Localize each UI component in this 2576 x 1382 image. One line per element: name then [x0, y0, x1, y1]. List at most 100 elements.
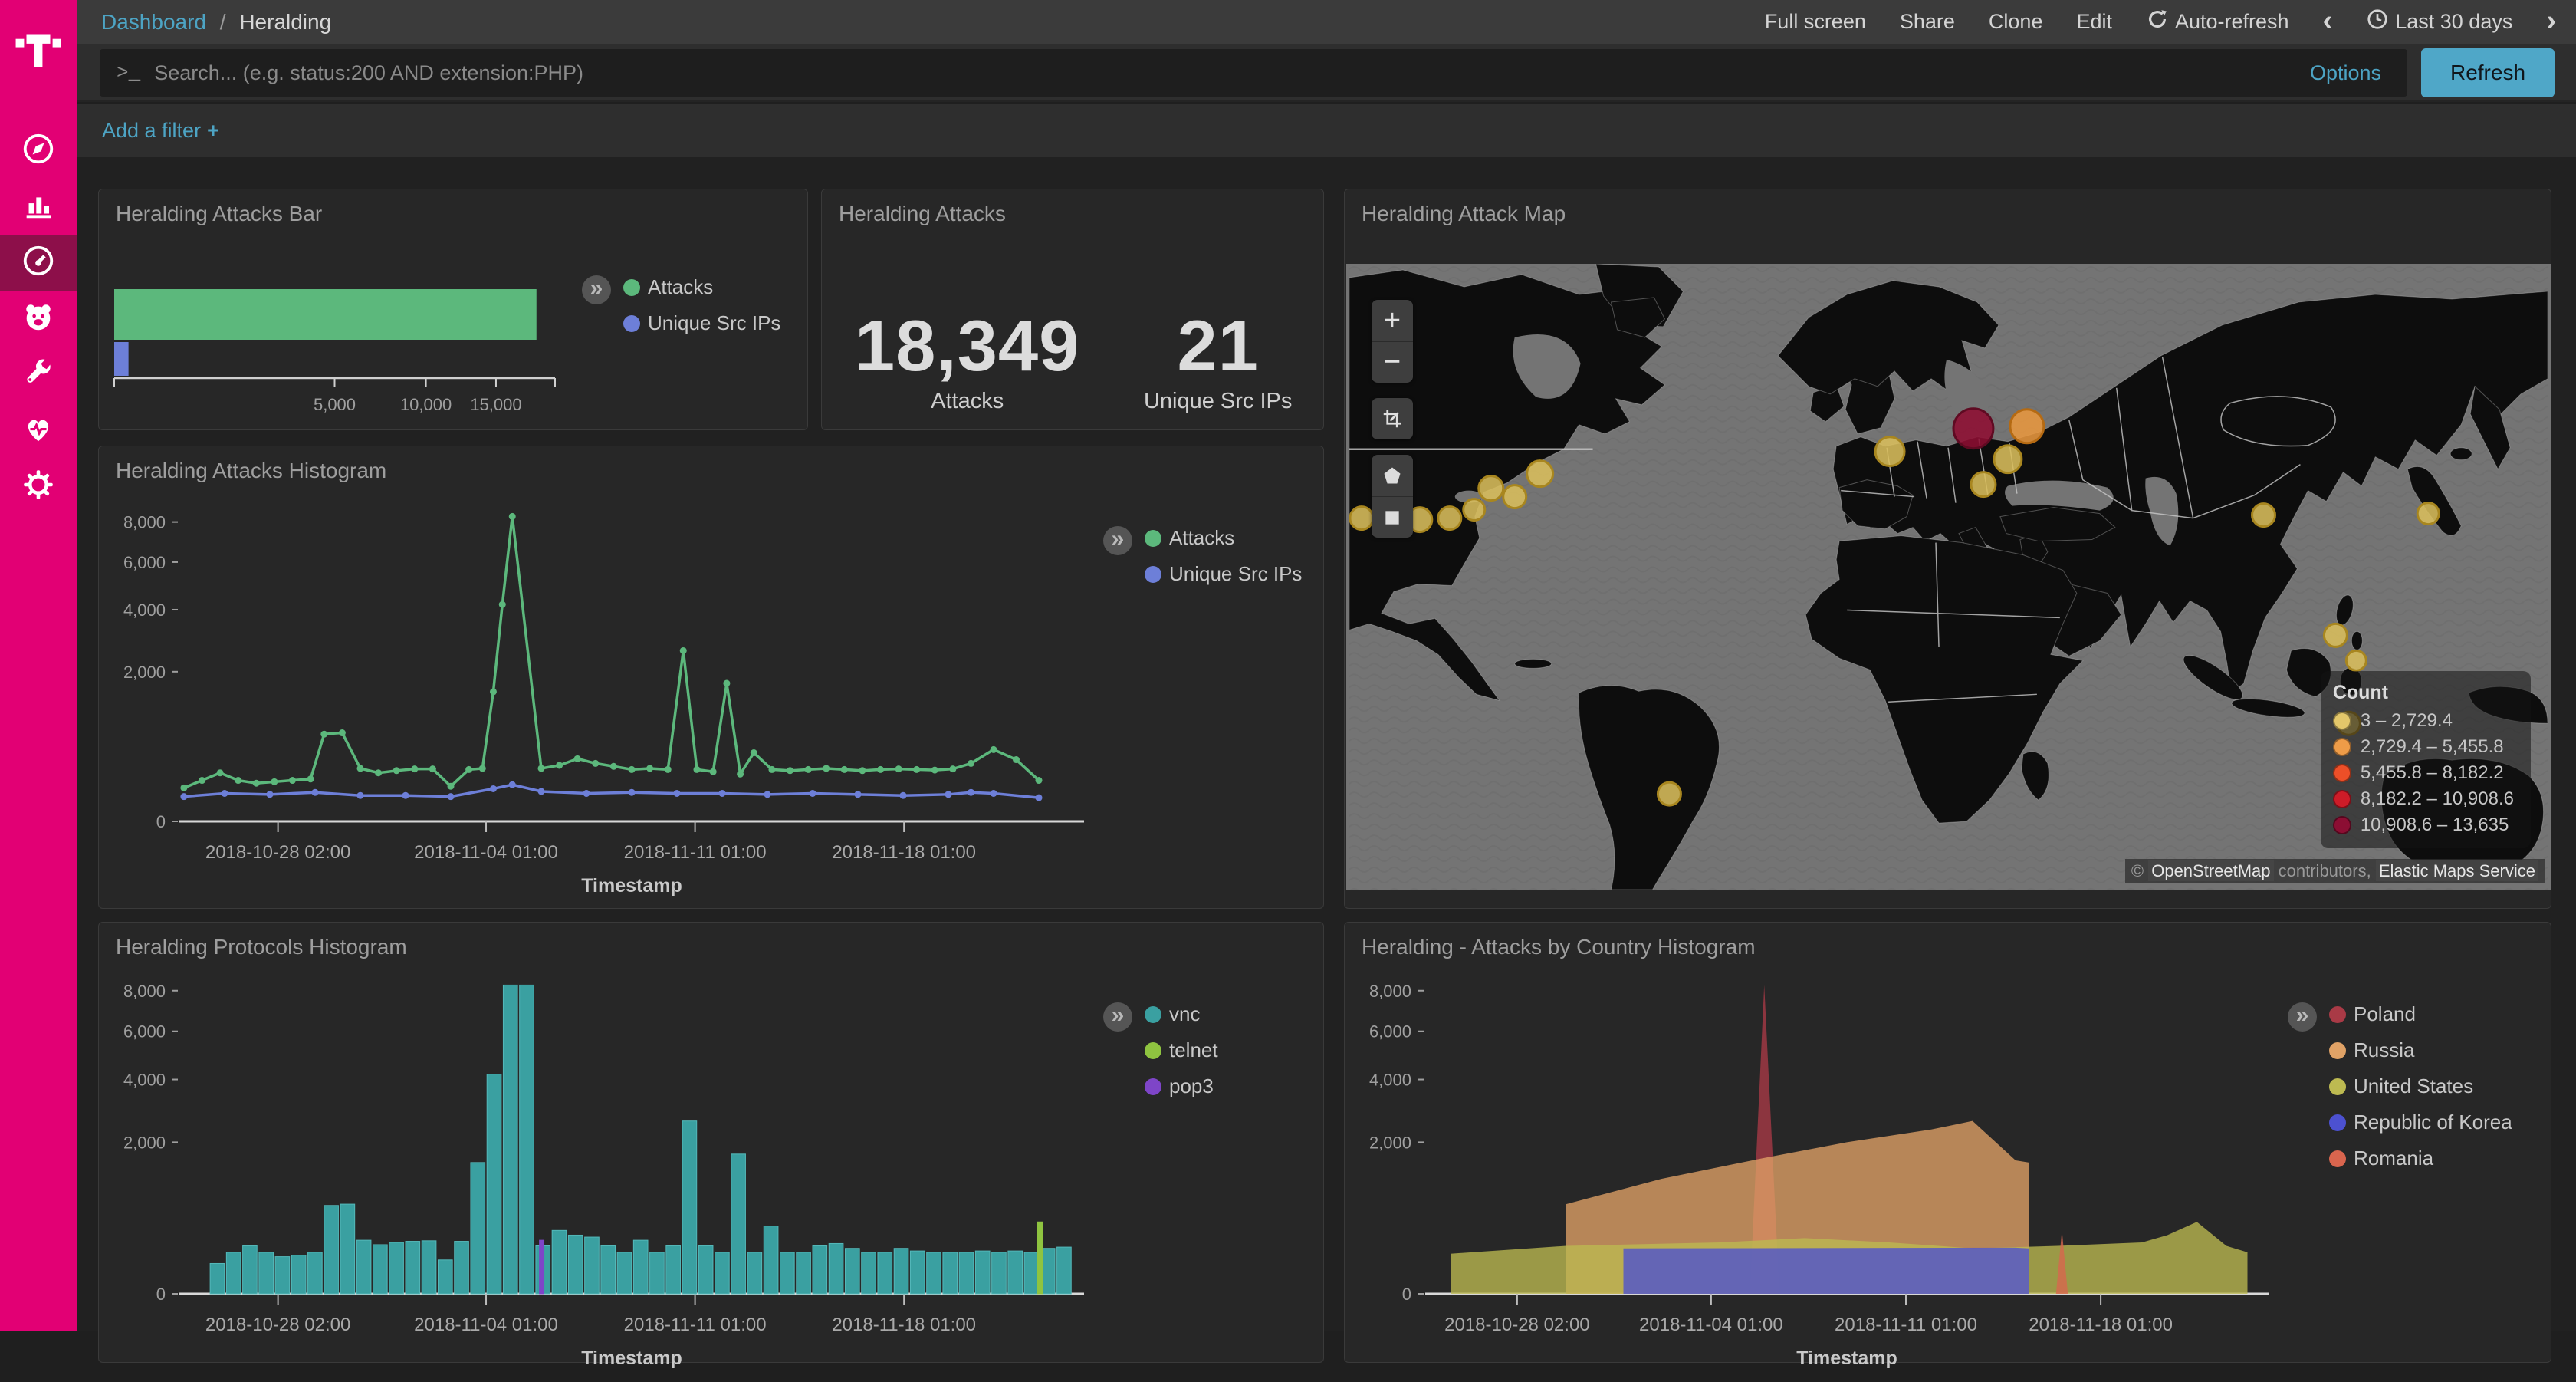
svg-text:5,000: 5,000 — [314, 395, 356, 414]
full-screen-button[interactable]: Full screen — [1765, 10, 1866, 34]
attack-location-dot[interactable] — [2417, 503, 2439, 525]
share-button[interactable]: Share — [1900, 10, 1955, 34]
panel-title: Heralding Attacks Histogram — [99, 446, 1323, 488]
draw-rectangle-icon[interactable] — [1372, 496, 1413, 538]
time-forward-button[interactable]: › — [2546, 6, 2556, 35]
dashboard-grid: Heralding Attacks Bar 5,00010,00015,000 … — [77, 157, 2576, 1331]
legend-item[interactable]: United States — [2329, 1074, 2512, 1098]
map-legend-label: 3 – 2,729.4 — [2361, 710, 2453, 732]
svg-text:2018-11-04 01:00: 2018-11-04 01:00 — [1639, 1315, 1783, 1335]
sidebar-item-discover[interactable] — [0, 123, 77, 179]
protocols-histogram-chart[interactable]: 02,0004,0006,0008,0002018-10-28 02:00201… — [99, 964, 1103, 1378]
attack-location-dot[interactable] — [1994, 446, 2022, 473]
legend-item[interactable]: Republic of Korea — [2329, 1111, 2512, 1134]
time-back-button[interactable]: ‹ — [2323, 6, 2333, 35]
options-link[interactable]: Options — [2310, 61, 2407, 85]
map-legend-dot — [2333, 764, 2351, 782]
legend-label: Russia — [2354, 1038, 2414, 1062]
attacks-bar-svg: 5,00010,00015,000 — [99, 231, 582, 423]
legend-color-dot — [2329, 1042, 2346, 1059]
breadcrumb-dashboard-link[interactable]: Dashboard — [101, 10, 206, 34]
map-legend-dot — [2333, 738, 2351, 756]
svg-text:Timestamp: Timestamp — [1796, 1347, 1898, 1369]
attack-location-dot[interactable] — [2346, 650, 2366, 670]
legend-item[interactable]: Romania — [2329, 1147, 2512, 1170]
svg-text:2018-11-18 01:00: 2018-11-18 01:00 — [832, 1315, 976, 1335]
legend-item[interactable]: Russia — [2329, 1038, 2512, 1062]
sidebar-item-tpot[interactable] — [0, 291, 77, 347]
attacks-histogram-chart[interactable]: 02,0004,0006,0008,0002018-10-28 02:00201… — [99, 488, 1103, 906]
legend-item[interactable]: telnet — [1145, 1038, 1218, 1062]
refresh-button[interactable]: Refresh — [2421, 48, 2555, 97]
svg-text:2018-11-04 01:00: 2018-11-04 01:00 — [414, 1315, 558, 1335]
zoom-in-button[interactable]: + — [1372, 300, 1413, 341]
svg-text:0: 0 — [156, 812, 166, 831]
panel-attacks-histogram: Heralding Attacks Histogram 02,0004,0006… — [98, 446, 1324, 909]
legend-expand-icon[interactable]: » — [1103, 1002, 1132, 1032]
legend-item[interactable]: vnc — [1145, 1002, 1218, 1026]
attack-location-dot[interactable] — [1464, 499, 1485, 521]
draw-polygon-icon[interactable] — [1372, 455, 1413, 496]
add-filter-link[interactable]: Add a filter+ — [102, 119, 219, 143]
country-histogram-legend: » Poland Russia United States Republic of Ko… — [2288, 964, 2512, 1378]
world-map[interactable]: + − — [1346, 264, 2551, 890]
sidebar-item-visualize[interactable] — [0, 179, 77, 235]
attack-location-dot[interactable] — [1438, 507, 1461, 530]
attack-location-dot[interactable] — [1527, 461, 1553, 487]
attacks-bar-legend: » Attacks Unique Src IPs — [582, 231, 780, 423]
clone-button[interactable]: Clone — [1989, 10, 2043, 34]
openstreetmap-link[interactable]: OpenStreetMap — [2148, 860, 2273, 881]
panel-title: Heralding Protocols Histogram — [99, 923, 1323, 964]
sidebar-item-devtools[interactable] — [0, 347, 77, 403]
svg-text:2018-11-11 01:00: 2018-11-11 01:00 — [1835, 1315, 1977, 1335]
auto-refresh-button[interactable]: Auto-refresh — [2146, 8, 2289, 36]
map-attribution: © OpenStreetMap contributors, Elastic Ma… — [2125, 859, 2545, 883]
attack-location-dot[interactable] — [2252, 504, 2275, 527]
svg-text:6,000: 6,000 — [1369, 1022, 1411, 1041]
sidebar-item-monitoring[interactable] — [0, 403, 77, 459]
time-range-picker[interactable]: Last 30 days — [2366, 8, 2512, 36]
metric-label: Attacks — [822, 389, 1112, 414]
bear-icon — [21, 299, 56, 338]
attacks-bar-chart[interactable]: 5,00010,00015,000 — [99, 231, 582, 423]
svg-text:Timestamp: Timestamp — [581, 1347, 682, 1369]
legend-item[interactable]: Attacks — [623, 275, 780, 299]
search-input[interactable] — [154, 61, 2310, 85]
legend-item[interactable]: Poland — [2329, 1002, 2512, 1026]
wrench-icon — [21, 355, 56, 394]
attack-location-dot[interactable] — [1658, 782, 1681, 805]
legend-item[interactable]: Unique Src IPs — [623, 311, 780, 335]
attack-location-dot[interactable] — [1953, 409, 1993, 449]
attack-location-dot[interactable] — [2010, 410, 2044, 443]
search-bar-row: >_ Options Refresh — [77, 44, 2576, 102]
metric-value: 18,349 — [822, 304, 1112, 387]
elastic-maps-link[interactable]: Elastic Maps Service — [2376, 860, 2538, 881]
attack-location-dot[interactable] — [2324, 624, 2347, 647]
country-histogram-svg: 02,0004,0006,0008,0002018-10-28 02:00201… — [1345, 964, 2288, 1378]
legend-expand-icon[interactable]: » — [1103, 526, 1132, 555]
legend-label: Attacks — [1169, 526, 1234, 550]
legend-expand-icon[interactable]: » — [2288, 1002, 2317, 1032]
legend-item[interactable]: Unique Src IPs — [1145, 562, 1302, 586]
refresh-cycle-icon — [2146, 8, 2169, 36]
legend-color-dot — [623, 315, 640, 332]
legend-expand-icon[interactable]: » — [582, 275, 611, 304]
fit-bounds-icon[interactable] — [1372, 398, 1413, 439]
attack-location-dot[interactable] — [1971, 472, 1996, 497]
clock-icon — [2366, 8, 2389, 36]
sidebar-item-management[interactable] — [0, 459, 77, 515]
t-mobile-logo[interactable] — [0, 0, 77, 92]
legend-item[interactable]: Attacks — [1145, 526, 1302, 550]
attack-location-dot[interactable] — [1503, 485, 1526, 508]
legend-item[interactable]: pop3 — [1145, 1074, 1218, 1098]
attack-location-dot[interactable] — [1350, 507, 1373, 530]
attack-location-dot[interactable] — [1875, 437, 1904, 466]
sidebar-item-dashboard[interactable] — [0, 235, 77, 291]
attack-location-dot[interactable] — [1479, 476, 1503, 501]
country-histogram-chart[interactable]: 02,0004,0006,0008,0002018-10-28 02:00201… — [1345, 964, 2288, 1378]
panel-protocols-histogram: Heralding Protocols Histogram 02,0004,00… — [98, 922, 1324, 1363]
zoom-out-button[interactable]: − — [1372, 341, 1413, 383]
edit-button[interactable]: Edit — [2076, 10, 2112, 34]
heartbeat-icon — [21, 411, 56, 450]
map-legend-item: 10,908.6 – 13,635 — [2333, 814, 2514, 836]
